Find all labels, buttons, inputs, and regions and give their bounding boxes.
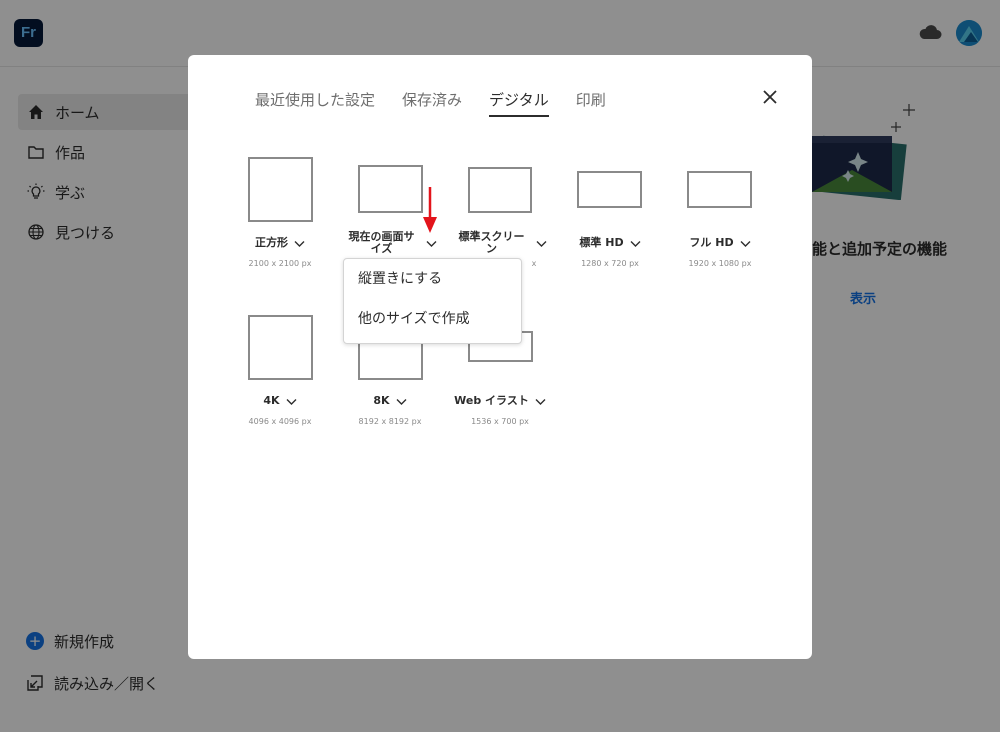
preset-thumbnail [248,315,313,380]
preset-label: Web イラスト [454,394,529,407]
chevron-down-icon [630,241,641,247]
preset-label: 標準スクリーン [458,230,525,255]
chevron-down-icon [396,399,407,405]
tab-print[interactable]: 印刷 [576,89,606,117]
chevron-down-icon [426,241,436,247]
preset-name[interactable]: フル HD [665,237,775,249]
chevron-down-icon [536,241,546,247]
preset-thumbnail [468,167,532,213]
preset-name[interactable]: 8K [335,395,445,407]
tab-saved[interactable]: 保存済み [402,89,462,117]
tab-digital[interactable]: デジタル [489,89,549,117]
preset-4k[interactable]: 4K 4096 x 4096 px [225,313,335,433]
chevron-down-icon [286,399,297,405]
preset-dimensions: 1536 x 700 px [471,417,529,426]
preset-name[interactable]: 4K [225,395,335,407]
new-document-dialog: 最近使用した設定 保存済み デジタル 印刷 正方形 2100 x 2100 px… [188,55,812,659]
preset-label: 標準 HD [579,236,624,249]
preset-tabs: 最近使用した設定 保存済み デジタル 印刷 [255,89,633,117]
preset-square[interactable]: 正方形 2100 x 2100 px [225,155,335,275]
preset-name[interactable]: 正方形 [225,237,335,249]
preset-label: フル HD [689,236,734,249]
preset-full-hd[interactable]: フル HD 1920 x 1080 px [665,155,775,275]
annotation-arrow [423,187,437,233]
menu-item-other-size[interactable]: 他のサイズで作成 [344,299,521,339]
preset-name[interactable]: 標準 HD [555,237,665,249]
chevron-down-icon [294,241,305,247]
preset-name[interactable]: 標準スクリーン [445,231,555,255]
preset-standard-hd[interactable]: 標準 HD 1280 x 720 px [555,155,665,275]
preset-thumbnail [358,165,423,213]
preset-name[interactable]: Web イラスト [445,395,555,407]
preset-thumbnail [577,171,642,208]
chevron-down-icon [535,399,546,405]
preset-thumbnail [687,171,752,208]
preset-label: 4K [263,394,280,407]
close-icon[interactable] [762,89,778,105]
preset-options-menu: 縦置きにする 他のサイズで作成 [343,258,522,344]
chevron-down-icon [740,241,751,247]
preset-label: 現在の画面サイズ [348,230,415,255]
menu-item-portrait[interactable]: 縦置きにする [344,259,521,299]
preset-dimensions: 8192 x 8192 px [358,417,422,426]
preset-label: 8K [373,394,390,407]
preset-label: 正方形 [255,236,288,249]
preset-dimensions: 1920 x 1080 px [688,259,752,268]
preset-dimensions: 2100 x 2100 px [248,259,312,268]
preset-dimensions: 4096 x 4096 px [248,417,312,426]
preset-dimensions: 1280 x 720 px [581,259,639,268]
preset-standard-screen[interactable]: 標準スクリーン x [445,155,555,275]
tab-recent[interactable]: 最近使用した設定 [255,89,375,117]
preset-thumbnail [248,157,313,222]
